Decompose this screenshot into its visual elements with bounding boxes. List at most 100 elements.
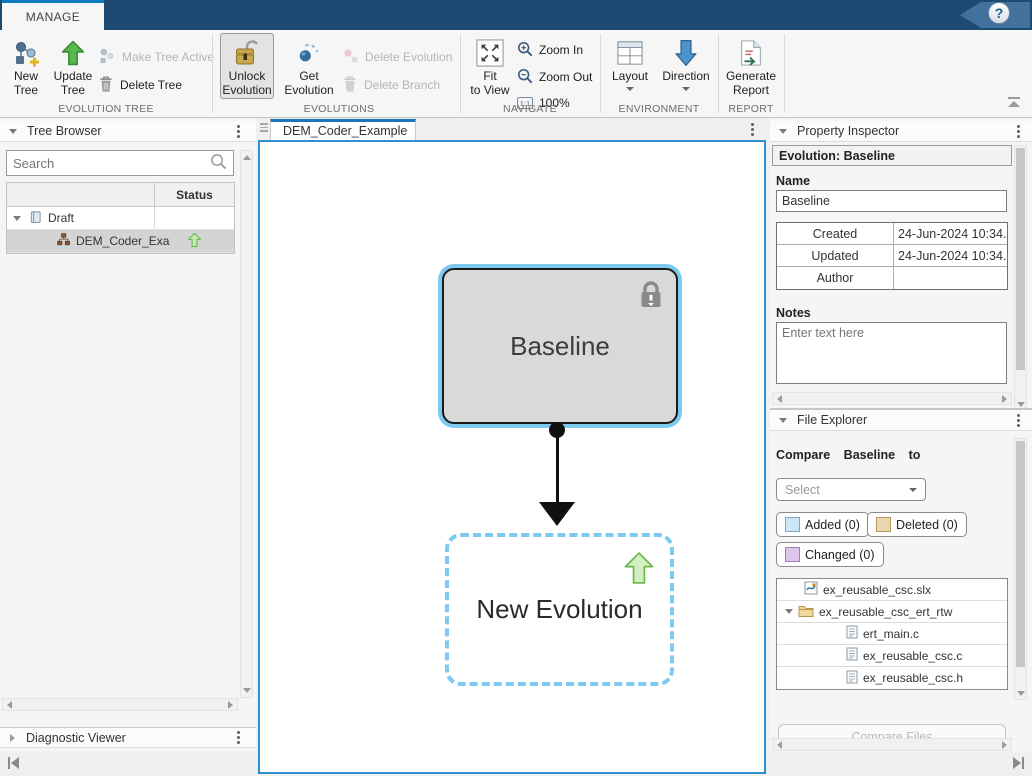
zoom-in-button[interactable]: Zoom In (517, 39, 583, 61)
deleted-filter-button[interactable]: Deleted (0) (867, 512, 967, 537)
delete-branch-trash-icon (342, 75, 358, 96)
scroll-right-icon[interactable] (1002, 395, 1007, 403)
delete-evolution-icon (342, 47, 359, 67)
update-tree-button[interactable]: Update Tree (50, 33, 96, 99)
property-inspector-vscrollbar[interactable] (1014, 145, 1027, 411)
collapse-property-inspector-icon[interactable] (779, 129, 787, 134)
diagnostic-viewer-menu-icon[interactable] (237, 731, 240, 744)
created-value: 24-Jun-2024 10:34... (894, 223, 1007, 244)
expand-diagnostic-viewer-icon[interactable] (10, 734, 15, 742)
generate-report-button[interactable]: Generate Report (723, 33, 779, 99)
tree-browser-hscrollbar[interactable] (2, 698, 238, 711)
direction-label: Direction (662, 69, 709, 83)
ribbon-divider (460, 34, 461, 113)
lock-icon (638, 280, 664, 313)
tree-browser-panel: Tree Browser Status Draft (0, 118, 256, 776)
notes-label: Notes (776, 306, 811, 320)
author-value[interactable] (894, 267, 1007, 289)
baseline-node[interactable]: Baseline (442, 268, 678, 424)
tree-browser-header: Tree Browser (0, 121, 256, 142)
tree-browser-menu-icon[interactable] (237, 125, 240, 138)
make-tree-active-button[interactable]: Make Tree Active (98, 46, 214, 68)
new-tree-label-2: Tree (14, 83, 38, 97)
scroll-down-icon[interactable] (1017, 402, 1025, 407)
select-placeholder: Select (785, 483, 820, 497)
zoom-out-icon (517, 68, 533, 87)
get-evolution-button[interactable]: Get Evolution (283, 33, 335, 99)
source-file-icon (846, 647, 858, 664)
tabbar-grip-icon[interactable] (260, 123, 268, 132)
section-evolutions: EVOLUTIONS (218, 103, 460, 115)
file-name: ert_main.c (863, 627, 919, 641)
scroll-right-icon[interactable] (1002, 741, 1007, 749)
scroll-right-icon[interactable] (228, 701, 233, 709)
expand-folder-icon[interactable] (785, 609, 793, 614)
scroll-up-icon[interactable] (243, 155, 251, 160)
compare-word: Compare (776, 448, 830, 462)
direction-dropdown-button[interactable]: Direction (658, 33, 714, 105)
zoom-out-label: Zoom Out (539, 70, 592, 84)
section-evolution-tree: EVOLUTION TREE (0, 103, 212, 115)
unlock-icon (234, 37, 260, 69)
new-tree-button[interactable]: New Tree (6, 33, 46, 99)
unlock-evolution-button[interactable]: Unlock Evolution (220, 33, 274, 99)
file-row-ert-main[interactable]: ert_main.c (777, 623, 1007, 645)
tab-manage[interactable]: MANAGE (2, 0, 104, 30)
file-explorer-hscrollbar[interactable] (772, 738, 1012, 751)
file-row-slx[interactable]: ex_reusable_csc.slx (777, 579, 1007, 601)
scroll-down-icon[interactable] (1017, 691, 1025, 696)
tree-row-dem-coder[interactable]: DEM_Coder_Exa (7, 230, 234, 253)
scroll-left-icon[interactable] (777, 741, 782, 749)
delete-evolution-button[interactable]: Delete Evolution (342, 46, 452, 68)
file-row-folder[interactable]: ex_reusable_csc_ert_rtw (777, 601, 1007, 623)
compare-select-dropdown[interactable]: Select (776, 478, 926, 501)
scroll-left-icon[interactable] (7, 701, 12, 709)
canvas-tabbar: DEM_Coder_Example (258, 119, 768, 140)
delete-tree-button[interactable]: Delete Tree (98, 74, 182, 96)
scrollbar-thumb[interactable] (1016, 441, 1025, 667)
zoom-out-button[interactable]: Zoom Out (517, 66, 592, 88)
titlebar: MANAGE ? (0, 0, 1032, 30)
notes-textarea[interactable] (777, 323, 1006, 383)
search-input[interactable] (7, 156, 210, 171)
help-button[interactable]: ? (988, 2, 1010, 24)
added-swatch-icon (785, 517, 800, 532)
fit-to-view-label-1: Fit (483, 69, 496, 83)
file-explorer-menu-icon[interactable] (1017, 414, 1020, 427)
new-evolution-node[interactable]: New Evolution (445, 533, 674, 686)
evolution-canvas[interactable]: Baseline New Evolution (258, 140, 766, 774)
canvas-menu-icon[interactable] (751, 123, 754, 136)
property-inspector-hscrollbar[interactable] (772, 392, 1012, 405)
file-explorer-title: File Explorer (797, 413, 867, 427)
right-panel: Property Inspector Evolution: Baseline N… (770, 118, 1032, 776)
expand-draft-icon[interactable] (13, 216, 21, 221)
added-filter-button[interactable]: Added (0) (776, 512, 869, 537)
metadata-table: Created 24-Jun-2024 10:34... Updated 24-… (776, 222, 1008, 290)
collapse-left-panel-icon[interactable] (8, 757, 19, 769)
collapse-ribbon-button[interactable] (1006, 97, 1022, 109)
delete-branch-button[interactable]: Delete Branch (342, 74, 440, 96)
changed-filter-label: Changed (0) (805, 548, 875, 562)
file-row-csc-h[interactable]: ex_reusable_csc.h (777, 667, 1007, 689)
property-inspector-header: Property Inspector (770, 121, 1032, 142)
compare-label: Compare Baseline to (776, 448, 930, 462)
name-input[interactable]: Baseline (776, 190, 1007, 212)
created-label: Created (777, 223, 894, 244)
document-tab[interactable]: DEM_Coder_Example (270, 119, 416, 140)
collapse-file-explorer-icon[interactable] (779, 418, 787, 423)
generate-report-label-2: Report (733, 83, 769, 97)
scroll-left-icon[interactable] (777, 395, 782, 403)
file-explorer-vscrollbar[interactable] (1014, 438, 1027, 700)
changed-filter-button[interactable]: Changed (0) (776, 542, 884, 567)
fit-to-view-button[interactable]: Fit to View (468, 33, 512, 99)
layout-dropdown-button[interactable]: Layout (606, 33, 654, 105)
property-inspector-menu-icon[interactable] (1017, 125, 1020, 138)
collapse-right-panel-icon[interactable] (1013, 757, 1024, 769)
tree-browser-vscrollbar[interactable] (240, 150, 253, 698)
search-icon[interactable] (210, 153, 227, 173)
scrollbar-thumb[interactable] (1016, 148, 1025, 370)
scroll-down-icon[interactable] (243, 688, 251, 693)
file-row-csc-c[interactable]: ex_reusable_csc.c (777, 645, 1007, 667)
tree-row-draft[interactable]: Draft (7, 207, 234, 230)
collapse-panel-icon[interactable] (9, 129, 17, 134)
